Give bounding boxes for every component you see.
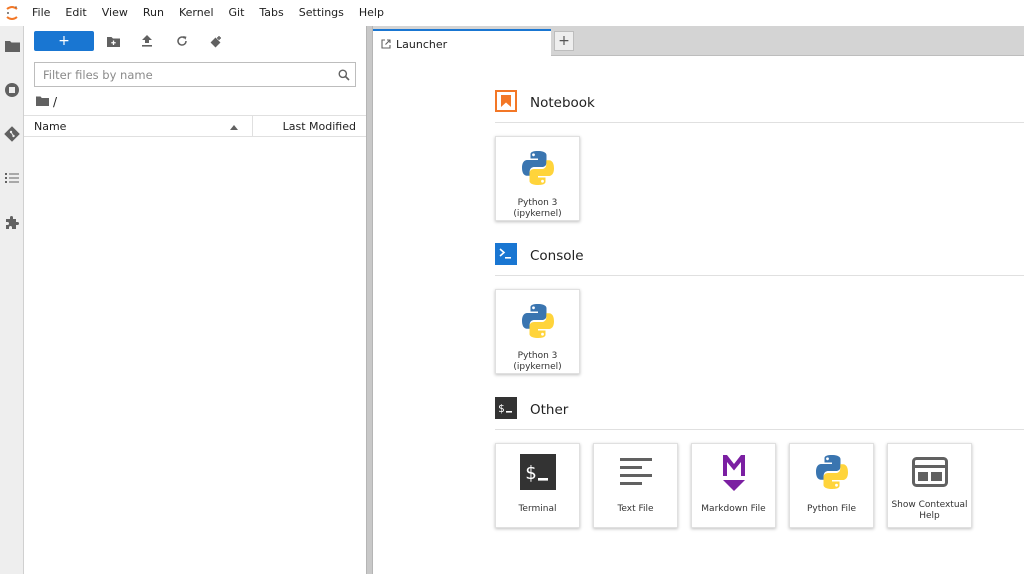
contextual-help-label: Show Contextual Help <box>889 500 969 522</box>
launcher-tab-icon <box>381 39 391 49</box>
menu-view[interactable]: View <box>94 0 135 26</box>
text-file-card[interactable]: Text File <box>593 443 678 528</box>
terminal-label: Terminal <box>518 504 557 514</box>
console-section-header: Console <box>495 243 584 269</box>
terminal-icon: $ <box>519 454 556 490</box>
column-modified-label: Last Modified <box>282 119 356 133</box>
card-label-line1: Python 3 <box>517 351 558 361</box>
text-file-label: Text File <box>617 504 654 514</box>
activity-bar <box>0 26 24 574</box>
notebook-section-header: Notebook <box>495 90 595 116</box>
column-name-label: Name <box>34 119 67 133</box>
console-section-divider <box>495 275 1024 276</box>
console-python3-label: Python 3 (ipykernel) <box>511 351 563 373</box>
column-name-header[interactable]: Name <box>24 116 253 136</box>
git-icon[interactable] <box>0 122 24 146</box>
svg-text:$: $ <box>498 402 505 415</box>
svg-text:$: $ <box>525 462 536 484</box>
file-filter <box>34 62 356 87</box>
markdown-icon <box>720 452 748 492</box>
notebook-section-title: Notebook <box>530 95 595 111</box>
contextual-help-icon <box>911 454 948 490</box>
menu-edit[interactable]: Edit <box>58 0 94 26</box>
menu-git[interactable]: Git <box>221 0 252 26</box>
main-tab-bar: Launcher + <box>373 26 1024 57</box>
console-python3-card[interactable]: Python 3 (ipykernel) <box>495 289 580 374</box>
text-file-icon <box>619 454 653 490</box>
card-label-line1: Python 3 <box>517 198 558 208</box>
menu-file[interactable]: File <box>24 0 58 26</box>
python-logo-icon <box>519 299 557 342</box>
card-label-line2: (ipykernel) <box>513 209 562 219</box>
menu-bar: File Edit View Run Kernel Git Tabs Setti… <box>0 0 1024 26</box>
filter-files-input[interactable] <box>35 63 333 86</box>
new-launcher-button[interactable]: + <box>34 31 94 51</box>
python-file-card[interactable]: Python File <box>789 443 874 528</box>
menu-kernel[interactable]: Kernel <box>171 0 221 26</box>
breadcrumb: / <box>36 94 57 110</box>
console-icon <box>495 243 517 269</box>
menu-tabs[interactable]: Tabs <box>252 0 291 26</box>
extension-icon[interactable] <box>0 210 24 234</box>
card-label-line1: Show Contextual <box>891 500 968 510</box>
sort-caret-up-icon <box>230 120 238 133</box>
menu-run[interactable]: Run <box>135 0 171 26</box>
markdown-file-card[interactable]: Markdown File <box>691 443 776 528</box>
file-browser-toolbar: + <box>24 26 366 56</box>
menu-settings[interactable]: Settings <box>291 0 351 26</box>
listing-header: Name Last Modified <box>24 115 366 137</box>
column-modified-header[interactable]: Last Modified <box>253 116 366 136</box>
terminal-card[interactable]: $ Terminal <box>495 443 580 528</box>
notebook-python3-label: Python 3 (ipykernel) <box>511 198 563 220</box>
folder-icon[interactable] <box>0 34 24 58</box>
file-browser: + / Name Last Modifie <box>24 26 366 574</box>
breadcrumb-root[interactable]: / <box>53 95 57 109</box>
running-icon[interactable] <box>0 78 24 102</box>
refresh-icon[interactable] <box>172 31 192 51</box>
new-folder-icon[interactable] <box>103 31 123 51</box>
jupyter-logo-icon <box>0 0 24 26</box>
card-label-line2: Help <box>919 511 940 521</box>
tab-launcher[interactable]: Launcher <box>373 29 551 57</box>
python-logo-icon <box>813 452 851 492</box>
breadcrumb-home-folder-icon[interactable] <box>36 95 49 109</box>
search-icon <box>333 69 355 81</box>
notebook-python3-card[interactable]: Python 3 (ipykernel) <box>495 136 580 221</box>
panel-splitter[interactable] <box>366 26 373 574</box>
console-section-title: Console <box>530 248 584 264</box>
other-section-header: $ Other <box>495 397 569 423</box>
other-section-title: Other <box>530 402 569 418</box>
python-file-label: Python File <box>806 504 857 514</box>
notebook-icon <box>495 90 517 116</box>
other-terminal-icon: $ <box>495 397 517 423</box>
card-label-line2: (ipykernel) <box>513 362 562 372</box>
add-tab-button[interactable]: + <box>554 31 574 51</box>
menu-help[interactable]: Help <box>351 0 391 26</box>
contextual-help-card[interactable]: Show Contextual Help <box>887 443 972 528</box>
upload-icon[interactable] <box>137 31 157 51</box>
markdown-file-label: Markdown File <box>701 504 766 514</box>
toc-icon[interactable] <box>0 166 24 190</box>
tab-launcher-label: Launcher <box>396 37 448 51</box>
launcher-panel: Notebook Python 3 (ipykernel) Console Py… <box>373 57 1024 574</box>
git-clone-icon[interactable] <box>206 31 226 51</box>
other-section-divider <box>495 429 1024 430</box>
notebook-section-divider <box>495 122 1024 123</box>
python-logo-icon <box>519 146 557 189</box>
